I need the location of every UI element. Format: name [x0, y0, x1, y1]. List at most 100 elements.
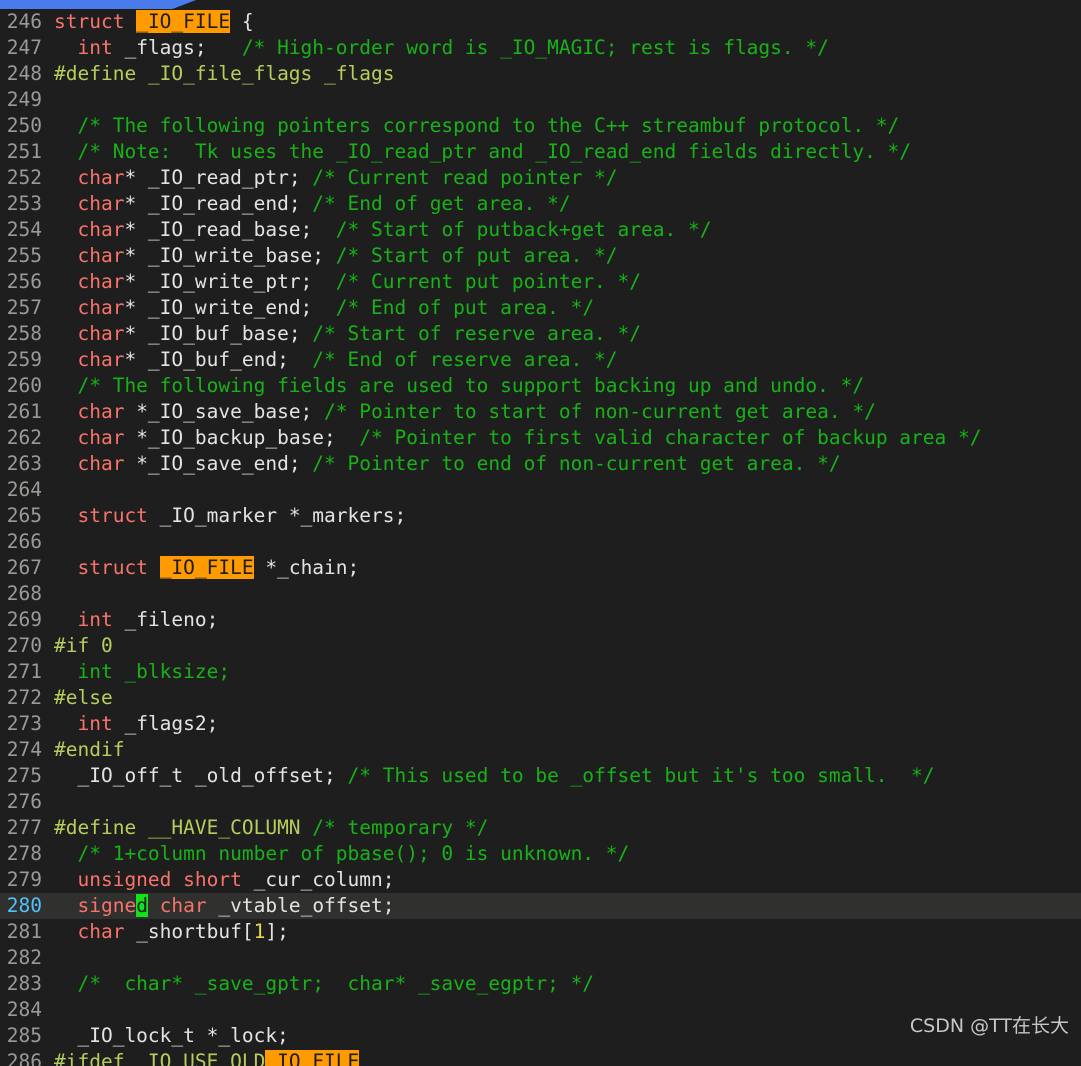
code-text: signed char _vtable_offset; — [42, 893, 395, 919]
code-token: ]; — [265, 920, 289, 943]
code-editor[interactable]: 246 struct _IO_FILE {247 int _flags; /* H… — [0, 9, 1081, 1066]
code-line[interactable]: 264 — [0, 477, 1081, 503]
code-line-current[interactable]: 280 signed char _vtable_offset; — [0, 893, 1081, 919]
code-line[interactable]: 247 int _flags; /* High-order word is _I… — [0, 35, 1081, 61]
code-token: /* Current put pointer. */ — [335, 270, 642, 293]
code-token: * _IO_write_end; — [124, 296, 336, 319]
code-token: int — [77, 608, 113, 631]
code-line[interactable]: 251 /* Note: Tk uses the _IO_read_ptr an… — [0, 139, 1081, 165]
line-number: 266 — [6, 530, 42, 553]
code-line[interactable]: 252 char* _IO_read_ptr; /* Current read … — [0, 165, 1081, 191]
code-text: #ifdef _IO_USE_OLD_IO_FILE — [42, 1049, 360, 1066]
code-token: #define — [54, 816, 137, 839]
code-token: struct — [77, 504, 148, 527]
code-token: /* End of reserve area. */ — [312, 348, 618, 371]
code-line[interactable]: 274 #endif — [0, 737, 1081, 763]
line-number: 283 — [6, 972, 42, 995]
code-line[interactable]: 262 char *_IO_backup_base; /* Pointer to… — [0, 425, 1081, 451]
code-line[interactable]: 267 struct _IO_FILE *_chain; — [0, 555, 1081, 581]
code-line[interactable]: 286 #ifdef _IO_USE_OLD_IO_FILE — [0, 1049, 1081, 1066]
code-token: #if — [54, 634, 90, 657]
code-token: char — [77, 192, 125, 215]
code-line[interactable]: 277 #define __HAVE_COLUMN /* temporary */ — [0, 815, 1081, 841]
code-line[interactable]: 266 — [0, 529, 1081, 555]
code-line[interactable]: 271 int _blksize; — [0, 659, 1081, 685]
line-number: 285 — [6, 1024, 42, 1047]
code-token: char — [159, 894, 207, 917]
code-token: /* High-order word is _IO_MAGIC; rest is… — [241, 36, 829, 59]
code-line[interactable]: 249 — [0, 87, 1081, 113]
line-number: 251 — [6, 140, 42, 163]
code-line[interactable]: 250 /* The following pointers correspond… — [0, 113, 1081, 139]
code-text: char _shortbuf[1]; — [42, 919, 289, 945]
code-line[interactable]: 246 struct _IO_FILE { — [0, 9, 1081, 35]
code-line[interactable]: 257 char* _IO_write_end; /* End of put a… — [0, 295, 1081, 321]
code-line[interactable]: 281 char _shortbuf[1]; — [0, 919, 1081, 945]
code-line[interactable]: 253 char* _IO_read_end; /* End of get ar… — [0, 191, 1081, 217]
code-token: #endif — [54, 738, 125, 761]
code-token: char — [77, 452, 125, 475]
code-token: * _IO_read_end; — [124, 192, 313, 215]
code-token: #define — [54, 62, 137, 85]
code-line[interactable]: 263 char *_IO_save_end; /* Pointer to en… — [0, 451, 1081, 477]
code-text: int _flags2; — [42, 711, 218, 737]
code-line[interactable]: 256 char* _IO_write_ptr; /* Current put … — [0, 269, 1081, 295]
line-number: 261 — [6, 400, 42, 423]
code-text: char* _IO_buf_end; /* End of reserve are… — [42, 347, 618, 373]
code-line[interactable]: 254 char* _IO_read_base; /* Start of put… — [0, 217, 1081, 243]
code-token: _IO_lock_t *_lock; — [54, 1024, 289, 1047]
code-line[interactable]: 248 #define _IO_file_flags _flags — [0, 61, 1081, 87]
line-number: 280 — [6, 894, 42, 917]
code-token: * _IO_read_ptr; — [124, 166, 313, 189]
line-number: 257 — [6, 296, 42, 319]
code-token: /* 1+column number of pbase(); 0 is unkn… — [77, 842, 630, 865]
line-number: 249 — [6, 88, 42, 111]
code-line[interactable]: 276 — [0, 789, 1081, 815]
code-text: char* _IO_read_end; /* End of get area. … — [42, 191, 571, 217]
code-line[interactable]: 282 — [0, 945, 1081, 971]
code-line[interactable]: 269 int _fileno; — [0, 607, 1081, 633]
code-line[interactable]: 279 unsigned short _cur_column; — [0, 867, 1081, 893]
active-tab-indicator[interactable] — [0, 0, 196, 9]
code-text: #if 0 — [42, 633, 113, 659]
code-line[interactable]: 268 — [0, 581, 1081, 607]
line-number: 263 — [6, 452, 42, 475]
code-text: struct _IO_FILE { — [42, 9, 254, 35]
code-token: *_chain; — [253, 556, 360, 579]
code-text: char *_IO_save_end; /* Pointer to end of… — [42, 451, 840, 477]
code-line[interactable]: 273 int _flags2; — [0, 711, 1081, 737]
code-line[interactable]: 283 /* char* _save_gptr; char* _save_egp… — [0, 971, 1081, 997]
code-token: _IO_marker *_markers; — [147, 504, 407, 527]
code-line[interactable]: 255 char* _IO_write_base; /* Start of pu… — [0, 243, 1081, 269]
code-text: _IO_lock_t *_lock; — [42, 1023, 289, 1049]
code-line[interactable]: 272 #else — [0, 685, 1081, 711]
line-number: 264 — [6, 478, 42, 501]
code-token: /* End of get area. */ — [312, 192, 571, 215]
code-line[interactable]: 275 _IO_off_t _old_offset; /* This used … — [0, 763, 1081, 789]
code-line[interactable]: 258 char* _IO_buf_base; /* Start of rese… — [0, 321, 1081, 347]
code-token: /* This used to be _offset but it's too … — [347, 764, 935, 787]
line-number: 256 — [6, 270, 42, 293]
code-text: #endif — [42, 737, 124, 763]
code-line[interactable]: 261 char *_IO_save_base; /* Pointer to s… — [0, 399, 1081, 425]
code-text: char* _IO_write_ptr; /* Current put poin… — [42, 269, 641, 295]
code-line[interactable]: 259 char* _IO_buf_end; /* End of reserve… — [0, 347, 1081, 373]
line-number: 259 — [6, 348, 42, 371]
code-token: /* Start of putback+get area. */ — [335, 218, 712, 241]
line-number: 272 — [6, 686, 42, 709]
code-line[interactable]: 260 /* The following fields are used to … — [0, 373, 1081, 399]
code-line[interactable]: 278 /* 1+column number of pbase(); 0 is … — [0, 841, 1081, 867]
code-line[interactable]: 265 struct _IO_marker *_markers; — [0, 503, 1081, 529]
code-line[interactable]: 270 #if 0 — [0, 633, 1081, 659]
